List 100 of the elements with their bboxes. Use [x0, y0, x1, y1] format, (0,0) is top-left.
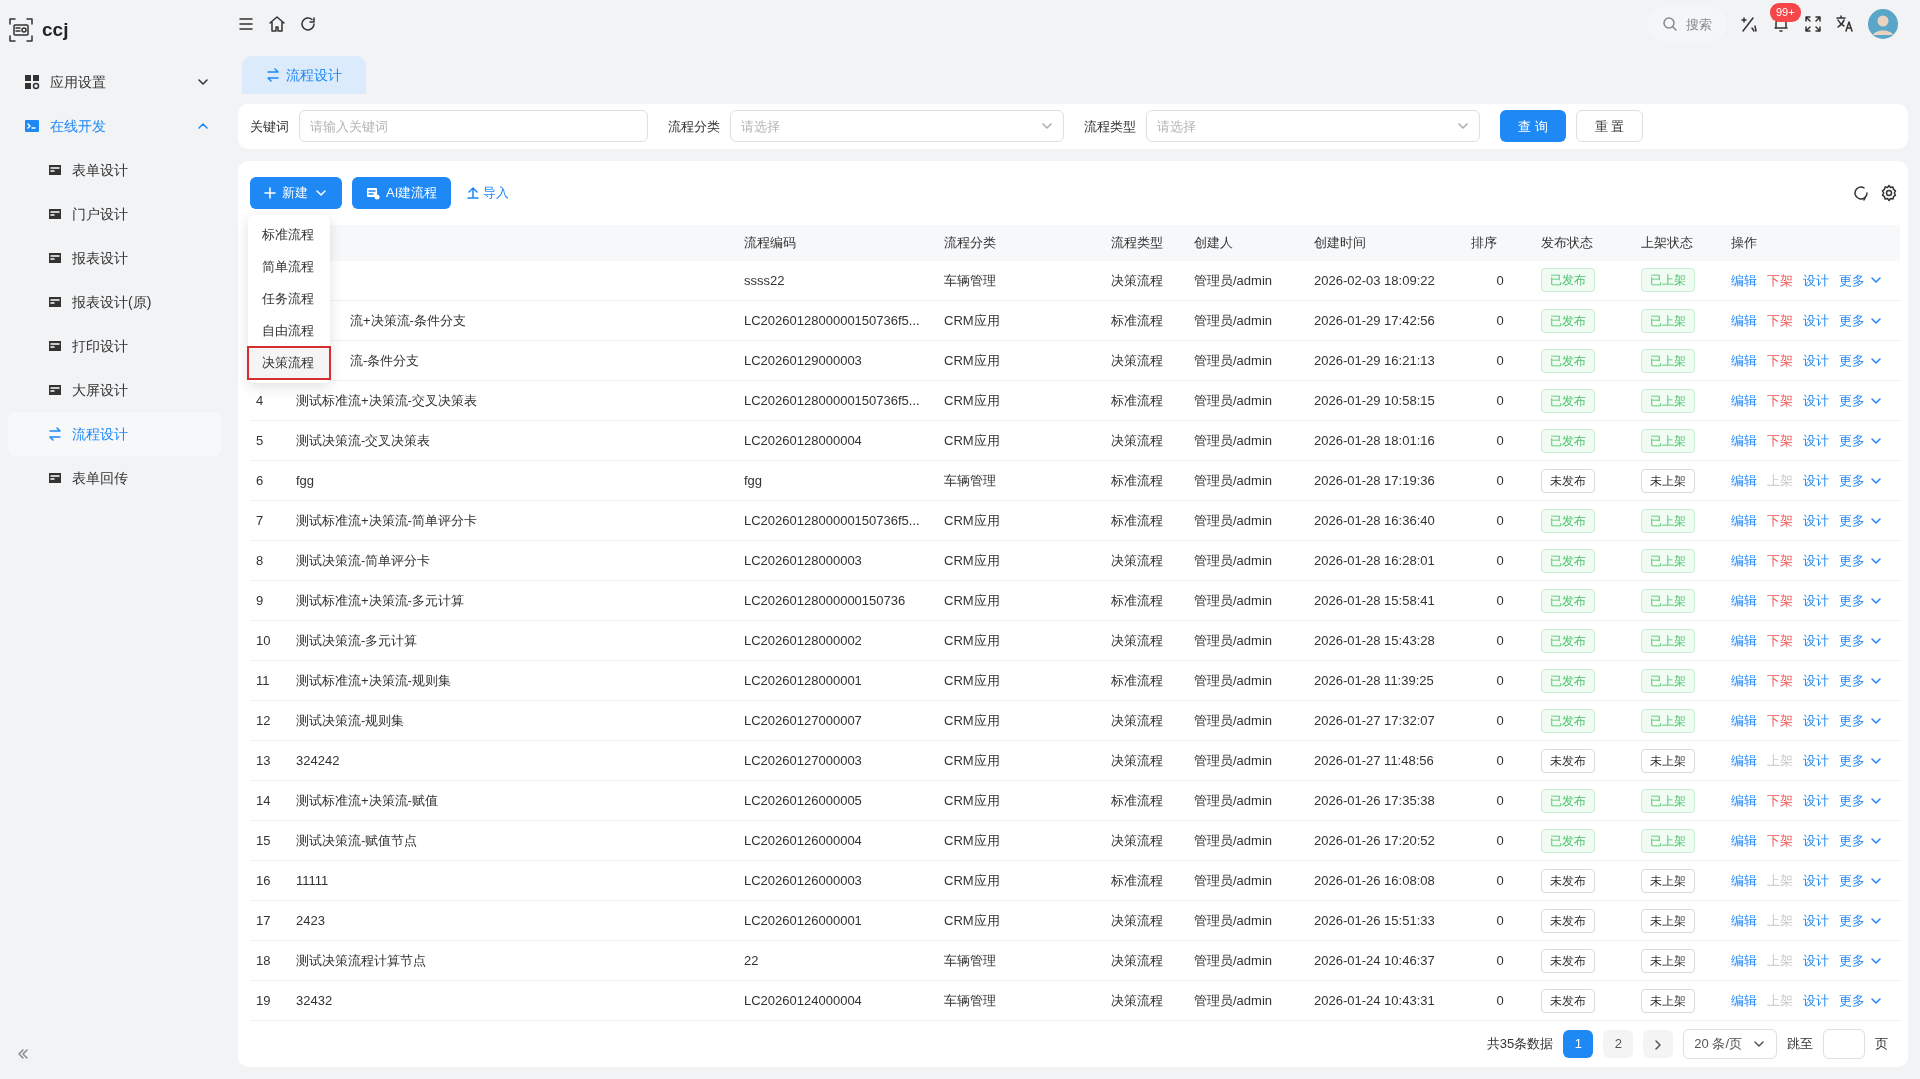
- page-size-select[interactable]: 20 条/页: [1683, 1029, 1777, 1059]
- menu-item[interactable]: 决策流程: [248, 346, 330, 379]
- action-link[interactable]: 下架: [1767, 310, 1793, 331]
- action-link[interactable]: 编辑: [1731, 310, 1757, 331]
- sidebar-item[interactable]: 表单回传: [8, 456, 222, 500]
- action-link[interactable]: 下架: [1767, 550, 1793, 571]
- action-link[interactable]: 编辑: [1731, 790, 1757, 811]
- action-link[interactable]: 设计: [1803, 310, 1829, 331]
- action-link[interactable]: 设计: [1803, 430, 1829, 451]
- action-link[interactable]: 更多: [1839, 590, 1883, 611]
- action-link[interactable]: 编辑: [1731, 430, 1757, 451]
- sidebar-group[interactable]: 应用设置: [8, 60, 222, 104]
- action-link[interactable]: 设计: [1803, 470, 1829, 491]
- reload-icon[interactable]: [1852, 183, 1870, 202]
- action-link[interactable]: 编辑: [1731, 270, 1757, 290]
- select-field[interactable]: 请选择: [1146, 110, 1480, 143]
- action-link[interactable]: 更多: [1839, 630, 1883, 651]
- action-link[interactable]: 更多: [1839, 510, 1883, 531]
- sidebar-item[interactable]: 表单设计: [8, 148, 222, 192]
- action-link[interactable]: 设计: [1803, 270, 1829, 290]
- sidebar-item[interactable]: 报表设计(原): [8, 280, 222, 324]
- action-link[interactable]: 编辑: [1731, 670, 1757, 691]
- menu-icon[interactable]: [238, 16, 254, 33]
- action-link[interactable]: 设计: [1803, 590, 1829, 611]
- action-link[interactable]: 编辑: [1731, 390, 1757, 411]
- action-link[interactable]: 更多: [1839, 830, 1883, 851]
- action-link[interactable]: 下架: [1767, 590, 1793, 611]
- action-link[interactable]: 编辑: [1731, 910, 1757, 931]
- action-link[interactable]: 编辑: [1731, 350, 1757, 371]
- action-link[interactable]: 设计: [1803, 670, 1829, 691]
- action-link[interactable]: 下架: [1767, 790, 1793, 811]
- action-link[interactable]: 更多: [1839, 750, 1883, 771]
- action-link[interactable]: 下架: [1767, 270, 1793, 290]
- action-link[interactable]: 设计: [1803, 710, 1829, 731]
- sidebar-item[interactable]: 打印设计: [8, 324, 222, 368]
- action-link[interactable]: 设计: [1803, 910, 1829, 931]
- action-link[interactable]: 编辑: [1731, 750, 1757, 771]
- action-link[interactable]: 更多: [1839, 550, 1883, 571]
- action-link[interactable]: 设计: [1803, 870, 1829, 891]
- action-link[interactable]: 编辑: [1731, 990, 1757, 1011]
- fullscreen-icon[interactable]: [1804, 15, 1822, 34]
- sidebar-item[interactable]: 流程设计: [8, 412, 222, 456]
- action-link[interactable]: 更多: [1839, 670, 1883, 691]
- sidebar-item[interactable]: 门户设计: [8, 192, 222, 236]
- filter-button[interactable]: 查 询: [1500, 110, 1566, 143]
- action-link[interactable]: 设计: [1803, 950, 1829, 971]
- action-link[interactable]: 更多: [1839, 870, 1883, 891]
- action-link[interactable]: 编辑: [1731, 630, 1757, 651]
- action-link[interactable]: 下架: [1767, 830, 1793, 851]
- action-link[interactable]: 更多: [1839, 350, 1883, 371]
- action-link[interactable]: 更多: [1839, 710, 1883, 731]
- action-link[interactable]: 更多: [1839, 910, 1883, 931]
- action-link[interactable]: 编辑: [1731, 870, 1757, 891]
- action-link[interactable]: 下架: [1767, 710, 1793, 731]
- action-link[interactable]: 更多: [1839, 390, 1883, 411]
- select-field[interactable]: 请选择: [730, 110, 1064, 143]
- action-link[interactable]: 更多: [1839, 270, 1883, 290]
- action-link[interactable]: 下架: [1767, 630, 1793, 651]
- action-link[interactable]: 编辑: [1731, 550, 1757, 571]
- action-link[interactable]: 设计: [1803, 550, 1829, 571]
- action-link[interactable]: 设计: [1803, 990, 1829, 1011]
- menu-item[interactable]: 任务流程: [248, 282, 330, 315]
- action-link[interactable]: 设计: [1803, 390, 1829, 411]
- sidebar-group[interactable]: 在线开发: [8, 104, 222, 148]
- action-link[interactable]: 下架: [1767, 430, 1793, 451]
- action-link[interactable]: 编辑: [1731, 470, 1757, 491]
- action-link[interactable]: 更多: [1839, 990, 1883, 1011]
- action-link[interactable]: 设计: [1803, 750, 1829, 771]
- page-button[interactable]: 1: [1563, 1030, 1594, 1058]
- action-link[interactable]: 设计: [1803, 630, 1829, 651]
- action-link[interactable]: 下架: [1767, 510, 1793, 531]
- magic-wand-icon[interactable]: [1740, 15, 1758, 34]
- page-button[interactable]: 2: [1603, 1030, 1634, 1058]
- action-link[interactable]: 编辑: [1731, 510, 1757, 531]
- input-field[interactable]: 请输入关键词: [299, 110, 648, 143]
- action-link[interactable]: 编辑: [1731, 950, 1757, 971]
- action-link[interactable]: 编辑: [1731, 590, 1757, 611]
- ai-button[interactable]: AI建流程: [352, 176, 452, 209]
- tab[interactable]: 流程设计: [242, 56, 366, 95]
- translate-icon[interactable]: [1836, 15, 1854, 34]
- refresh-icon[interactable]: [300, 16, 316, 33]
- menu-item[interactable]: 简单流程: [248, 250, 330, 283]
- sidebar-item[interactable]: 大屏设计: [8, 368, 222, 412]
- action-link[interactable]: 更多: [1839, 470, 1883, 491]
- filter-button[interactable]: 重 置: [1575, 110, 1644, 143]
- sidebar-item[interactable]: 报表设计: [8, 236, 222, 280]
- action-link[interactable]: 下架: [1767, 350, 1793, 371]
- action-link[interactable]: 设计: [1803, 790, 1829, 811]
- menu-item[interactable]: 自由流程: [248, 314, 330, 347]
- action-link[interactable]: 更多: [1839, 950, 1883, 971]
- action-link[interactable]: 设计: [1803, 350, 1829, 371]
- collapse-icon[interactable]: [16, 1047, 30, 1062]
- action-link[interactable]: 下架: [1767, 670, 1793, 691]
- action-link[interactable]: 更多: [1839, 310, 1883, 331]
- menu-item[interactable]: 标准流程: [248, 218, 330, 251]
- action-link[interactable]: 更多: [1839, 430, 1883, 451]
- next-page-button[interactable]: [1643, 1030, 1674, 1058]
- action-link[interactable]: 编辑: [1731, 710, 1757, 731]
- action-link[interactable]: 编辑: [1731, 830, 1757, 851]
- home-icon[interactable]: [268, 15, 286, 34]
